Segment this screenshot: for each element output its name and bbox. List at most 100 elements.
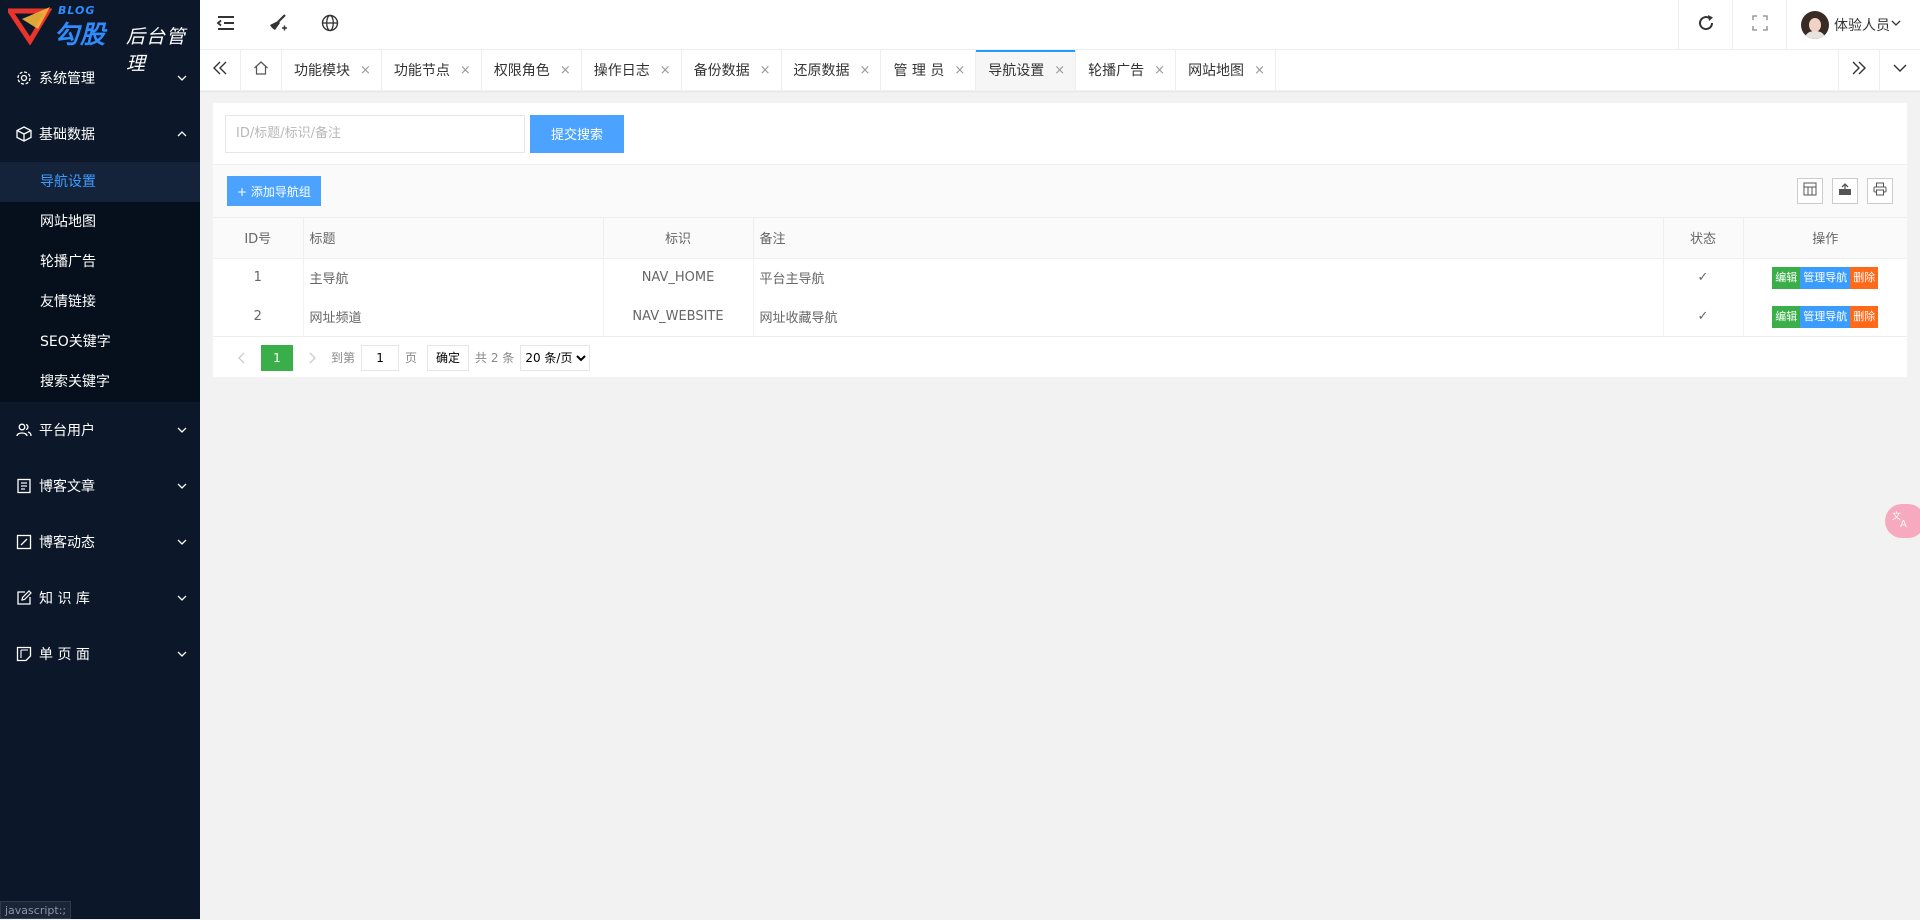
chevron-down-icon [176, 480, 188, 492]
search-input[interactable] [225, 114, 525, 153]
goto-confirm-button[interactable]: 确定 [427, 344, 470, 371]
page-number-current[interactable]: 1 [261, 344, 293, 371]
menu-group-basic-data[interactable]: 基础数据 [0, 106, 200, 162]
logo[interactable]: BLOG 勾股 后台管理 [0, 0, 200, 75]
chevron-down-icon [176, 592, 188, 604]
columns-filter-button[interactable] [1797, 178, 1823, 204]
add-nav-group-button[interactable]: + 添加导航组 [227, 176, 321, 206]
close-icon[interactable]: × [660, 63, 671, 78]
manage-nav-button[interactable]: 管理导航 [1800, 305, 1851, 328]
total-count: 共 2 条 [475, 351, 515, 365]
tab-label: 轮播广告 [1088, 63, 1145, 79]
tab-operation-log[interactable]: 操作日志 × [582, 50, 682, 90]
goto-page-input[interactable] [361, 344, 400, 371]
menu-group-articles[interactable]: 博客文章 [0, 458, 200, 514]
cell-actions: 编辑 管理导航 删除 [1743, 297, 1907, 336]
user-menu[interactable]: 体验人员 [1786, 0, 1920, 50]
tab-label: 导航设置 [988, 63, 1045, 79]
menu-group-label: 平台用户 [39, 423, 95, 439]
cell-actions: 编辑 管理导航 删除 [1743, 258, 1907, 297]
tab-scroll-right-button[interactable] [1838, 50, 1879, 90]
clear-cache-button[interactable] [252, 0, 304, 50]
sidebar-item-sitemap[interactable]: 网站地图 [0, 202, 200, 242]
edit-square-icon [15, 533, 33, 551]
language-button[interactable] [304, 0, 356, 50]
sidebar-item-search-keywords[interactable]: 搜索关键字 [0, 362, 200, 402]
chevron-down-icon [1890, 17, 1902, 33]
close-icon[interactable]: × [560, 63, 571, 78]
delete-button[interactable]: 删除 [1850, 305, 1879, 328]
page-icon [15, 645, 33, 663]
search-submit-button[interactable]: 提交搜索 [530, 114, 624, 153]
close-icon[interactable]: × [760, 63, 771, 78]
tab-backup-data[interactable]: 备份数据 × [682, 50, 782, 90]
menu-group-moments[interactable]: 博客动态 [0, 514, 200, 570]
edit-button[interactable]: 编辑 [1772, 266, 1801, 289]
tab-carousel[interactable]: 轮播广告 × [1076, 50, 1177, 90]
nav-group-table: ID号 标题 标识 备注 状态 操作 1 主导航 NAV_HOME 平台主导航 … [213, 218, 1907, 336]
logo-text: BLOG 勾股 后台管理 [54, 2, 199, 75]
translate-float-button[interactable]: 文A [1885, 504, 1920, 538]
sidebar-item-links[interactable]: 友情链接 [0, 282, 200, 322]
cell-title: 主导航 [303, 258, 604, 297]
sidebar-item-nav-settings[interactable]: 导航设置 [0, 162, 200, 202]
tab-restore-data[interactable]: 还原数据 × [782, 50, 882, 90]
print-button[interactable] [1867, 178, 1893, 204]
column-header-status[interactable]: 状态 [1663, 218, 1744, 259]
tab-label: 功能模块 [294, 63, 350, 79]
close-icon[interactable]: × [860, 63, 871, 78]
prev-page-button[interactable] [229, 345, 255, 371]
tab-admin[interactable]: 管 理 员 × [881, 50, 977, 90]
chevron-down-icon [176, 536, 188, 548]
menu-group-users[interactable]: 平台用户 [0, 402, 200, 458]
globe-icon [321, 14, 339, 36]
page-size-select[interactable]: 20 条/页 [520, 344, 591, 371]
export-button[interactable] [1832, 178, 1858, 204]
top-header: 体验人员 [200, 0, 1920, 50]
menu-group-system[interactable]: 系统管理 [0, 50, 200, 106]
edit-button[interactable]: 编辑 [1772, 305, 1801, 328]
tab-sitemap[interactable]: 网站地图 × [1176, 50, 1276, 90]
close-icon[interactable]: × [1254, 63, 1265, 78]
user-name: 体验人员 [1834, 17, 1890, 34]
next-page-button[interactable] [299, 345, 325, 371]
sidebar-item-carousel[interactable]: 轮播广告 [0, 242, 200, 282]
menu-group-pages[interactable]: 单 页 面 [0, 626, 200, 682]
tab-nav-settings[interactable]: 导航设置 × [976, 50, 1077, 90]
close-icon[interactable]: × [360, 63, 371, 78]
chevron-down-icon [176, 648, 188, 660]
goto-label: 到第 [331, 351, 356, 365]
pagination: 1 到第 页 确定 共 2 条 20 条/页 [213, 336, 1907, 378]
tab-home[interactable] [241, 50, 282, 90]
tab-scroll-left-button[interactable] [200, 50, 241, 90]
table-row[interactable]: 1 主导航 NAV_HOME 平台主导航 ✓ 编辑 管理导航 删除 [213, 258, 1907, 297]
row-actions: 编辑 管理导航 删除 [1750, 305, 1902, 328]
close-icon[interactable]: × [954, 63, 965, 78]
page-unit-label: 页 [405, 351, 418, 365]
menu-toggle-button[interactable] [200, 0, 252, 50]
cell-key: NAV_WEBSITE [603, 297, 754, 336]
refresh-button[interactable] [1678, 0, 1732, 50]
svg-text:A: A [1900, 519, 1907, 529]
column-header-remark[interactable]: 备注 [753, 218, 1664, 259]
close-icon[interactable]: × [1154, 63, 1165, 78]
tab-actions-dropdown[interactable] [1879, 50, 1920, 90]
manage-nav-button[interactable]: 管理导航 [1800, 266, 1851, 289]
column-header-id[interactable]: ID号 [213, 218, 304, 259]
column-header-title[interactable]: 标题 [303, 218, 604, 259]
fullscreen-button[interactable] [1732, 0, 1786, 50]
tab-function-module[interactable]: 功能模块 × [282, 50, 382, 90]
double-chevron-left-icon [212, 60, 228, 80]
pencil-square-icon [15, 589, 33, 607]
menu-group-knowledge[interactable]: 知 识 库 [0, 570, 200, 626]
tab-permission-role[interactable]: 权限角色 × [482, 50, 582, 90]
column-header-key[interactable]: 标识 [603, 218, 754, 259]
close-icon[interactable]: × [460, 63, 471, 78]
delete-button[interactable]: 删除 [1850, 266, 1879, 289]
content-card: 提交搜索 + 添加导航组 ID号 标题 标识 备注 状态 [213, 103, 1907, 377]
sidebar-item-seo-keywords[interactable]: SEO关键字 [0, 322, 200, 362]
table-row[interactable]: 2 网址频道 NAV_WEBSITE 网址收藏导航 ✓ 编辑 管理导航 删除 [213, 297, 1907, 336]
tab-function-node[interactable]: 功能节点 × [382, 50, 482, 90]
close-icon[interactable]: × [1054, 63, 1065, 78]
cell-id: 2 [213, 297, 304, 336]
